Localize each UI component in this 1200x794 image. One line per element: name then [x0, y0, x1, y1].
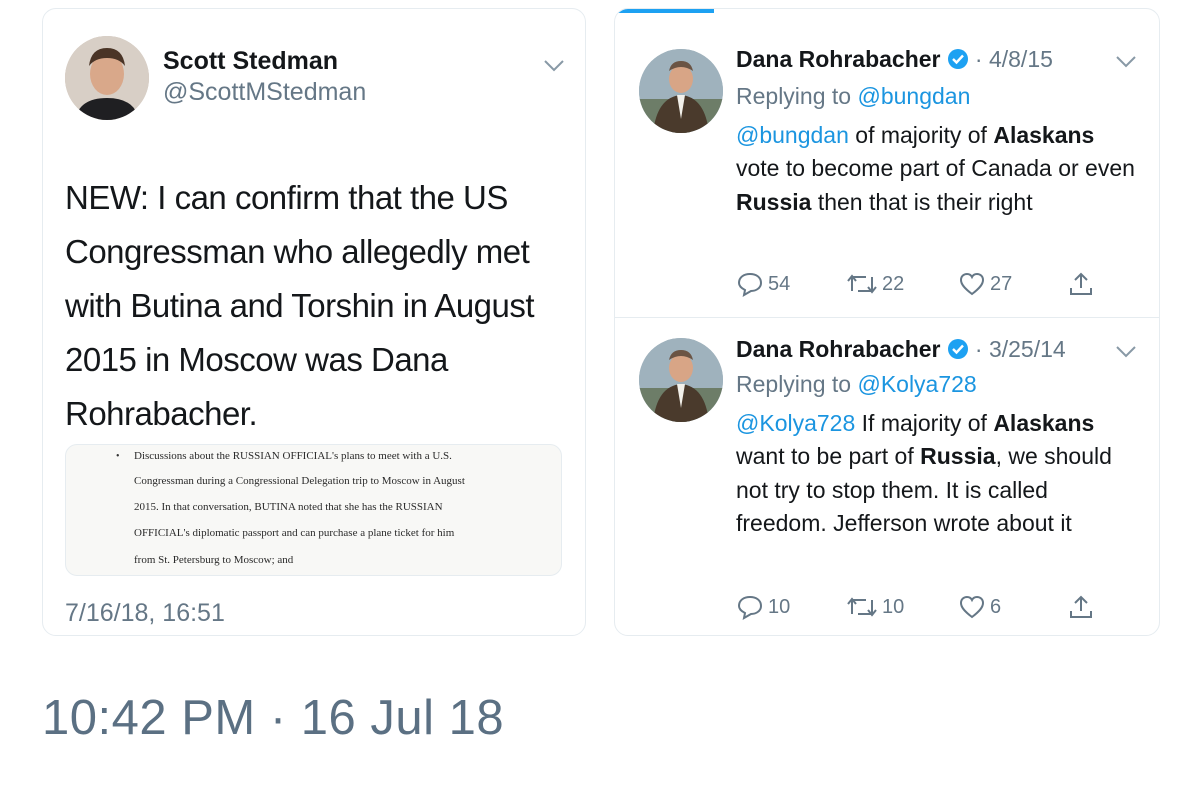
text-part: want to be part of	[736, 443, 921, 470]
reply-button[interactable]: 54	[736, 271, 790, 297]
tweet-date[interactable]: · 3/25/14	[975, 336, 1066, 362]
reply-mention-link[interactable]: @Kolya728	[857, 371, 976, 397]
text-part: then that is their right	[811, 188, 1033, 215]
highlight-term: Russia	[736, 188, 812, 215]
reply-count: 54	[768, 272, 791, 295]
right-tweets-card: Dana Rohrabacher · 4/8/15 Replying to @b…	[614, 8, 1160, 636]
like-count: 27	[990, 272, 1013, 295]
avatar[interactable]	[65, 36, 149, 120]
replying-to: Replying to @bungdan	[736, 83, 970, 110]
doc-line: Congressman during a Congressional Deleg…	[134, 475, 465, 487]
doc-line: from St. Petersburg to Moscow; and	[134, 554, 294, 566]
like-button[interactable]: 6	[958, 594, 1001, 620]
post-timestamp[interactable]: 10:42 PM · 16 Jul 18	[42, 690, 504, 746]
doc-line: 2015. In that conversation, BUTINA noted…	[134, 501, 443, 513]
reply-icon	[737, 272, 763, 297]
tweet-text: @Kolya728 If majority of Alaskans want t…	[736, 407, 1136, 541]
share-button[interactable]	[1068, 594, 1098, 620]
author-name[interactable]: Scott Stedman	[163, 47, 338, 76]
share-icon	[1070, 595, 1092, 618]
highlight-term: Russia	[920, 443, 996, 470]
tweet-divider	[615, 317, 1159, 318]
highlight-term: Alaskans	[993, 410, 1095, 436]
reply-button[interactable]: 10	[736, 594, 790, 620]
heart-icon	[959, 595, 985, 619]
avatar[interactable]	[639, 49, 723, 133]
chevron-down-icon[interactable]	[543, 59, 565, 73]
doc-line: OFFICIAL's diplomatic passport and can p…	[134, 527, 455, 539]
author-name[interactable]: Dana Rohrabacher	[736, 46, 941, 72]
retweet-count: 10	[882, 595, 905, 618]
document-image[interactable]: • Discussions about the RUSSIAN OFFICIAL…	[65, 444, 562, 576]
share-icon	[1070, 272, 1092, 295]
reply-icon	[737, 595, 763, 620]
retweet-count: 22	[882, 272, 905, 295]
heart-icon	[959, 272, 985, 296]
tab-indicator	[615, 9, 714, 13]
chevron-down-icon[interactable]	[1115, 345, 1137, 359]
share-button[interactable]	[1068, 271, 1098, 297]
author-name-row: Dana Rohrabacher · 4/8/15	[736, 46, 1053, 73]
author-name-row: Dana Rohrabacher · 3/25/14	[736, 336, 1066, 363]
tweet-date[interactable]: · 4/8/15	[975, 46, 1053, 72]
author-name[interactable]: Dana Rohrabacher	[736, 336, 941, 362]
verified-badge-icon	[947, 339, 968, 359]
reply-mention-link[interactable]: @bungdan	[857, 83, 970, 109]
retweet-button[interactable]: 10	[846, 594, 904, 620]
replying-to: Replying to @Kolya728	[736, 371, 977, 398]
verified-badge-icon	[947, 49, 968, 69]
chevron-down-icon[interactable]	[1115, 55, 1137, 69]
retweet-icon	[847, 274, 877, 294]
doc-line: Discussions about the RUSSIAN OFFICIAL's…	[134, 450, 452, 462]
tweet-text: NEW: I can confirm that the US Congressm…	[65, 179, 535, 432]
text-part: of majority of	[848, 122, 994, 148]
tweet-timestamp[interactable]: 7/16/18, 16:51	[65, 599, 225, 628]
reply-count: 10	[768, 595, 791, 618]
retweet-icon	[847, 597, 877, 617]
doc-bullet: •	[116, 451, 120, 462]
text-part: If majority of	[855, 410, 994, 436]
mention-link[interactable]: @bungdan	[736, 122, 849, 148]
like-button[interactable]: 27	[958, 271, 1012, 297]
left-tweet-card: Scott Stedman @ScottMStedman NEW: I can …	[42, 8, 586, 636]
mention-link[interactable]: @Kolya728	[736, 410, 855, 436]
highlight-term: Alaskans	[993, 122, 1095, 148]
tweet-text: @bungdan of majority of Alaskans vote to…	[736, 119, 1136, 219]
avatar[interactable]	[639, 338, 723, 422]
replying-prefix: Replying to	[736, 371, 858, 397]
author-handle[interactable]: @ScottMStedman	[163, 78, 366, 107]
replying-prefix: Replying to	[736, 83, 858, 109]
like-count: 6	[990, 595, 1002, 618]
text-part: vote to become part of Canada or even	[736, 155, 1135, 182]
retweet-button[interactable]: 22	[846, 271, 904, 297]
